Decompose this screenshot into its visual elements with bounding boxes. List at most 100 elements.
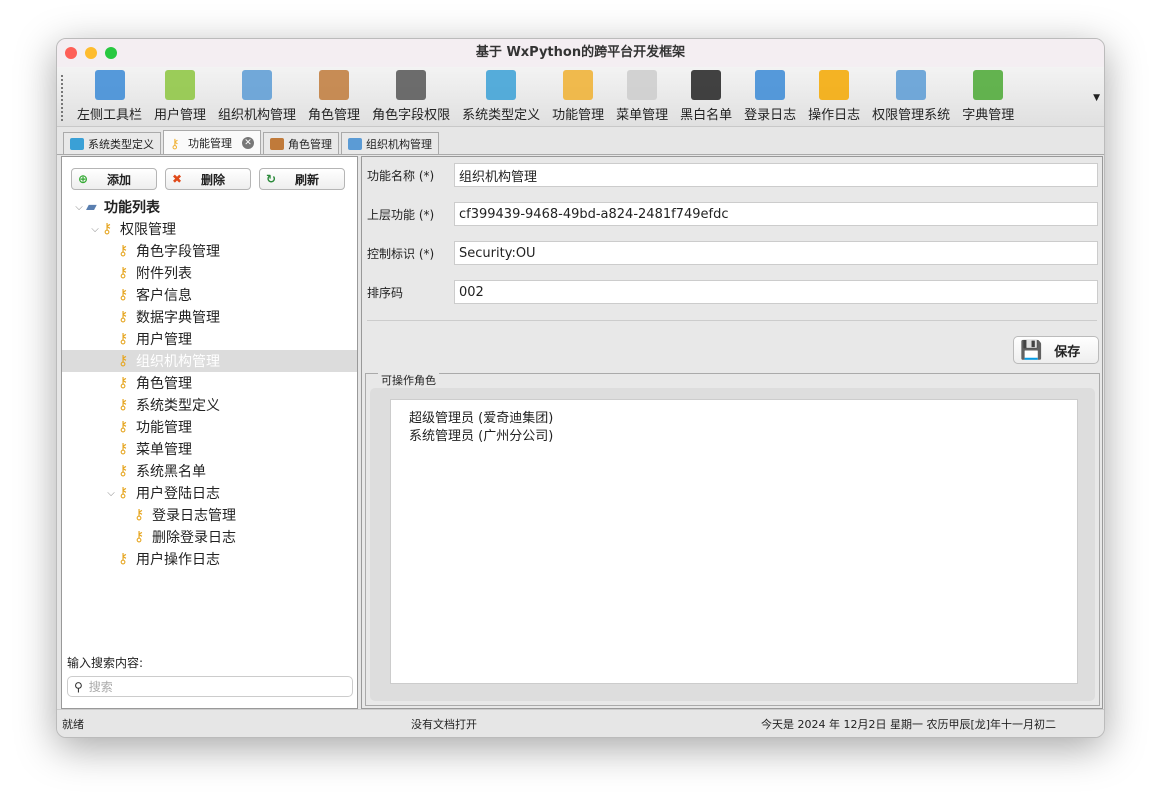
tree-node[interactable]: ⚷ 用户管理 [62,328,357,350]
tree-node[interactable]: ⚷ 系统类型定义 [62,394,357,416]
key-icon: ⚷ [118,551,129,567]
monitor-icon [70,137,84,150]
key-icon: ⚷ [118,463,129,479]
tab-function-management[interactable]: ⚷ 功能管理 ✕ [163,130,261,154]
toolbar-button-label: 菜单管理 [616,108,669,123]
org-chart-icon [348,137,362,150]
field-label: 排序码 [367,285,404,300]
title-bar: 基于 WxPython的跨平台开发框架 [57,39,1104,67]
refresh-button[interactable]: ↻ 刷新 [259,168,345,190]
toolbar-button-keys[interactable]: 功能管理 [546,70,610,126]
tab-label: 角色管理 [288,137,332,151]
field-label: 控制标识 (*) [367,246,435,261]
minimize-window-button[interactable] [85,47,97,59]
org-chart-icon [242,70,273,100]
expand-chevron-icon[interactable]: ⌵ [104,488,118,499]
tree-node[interactable]: ⚷ 客户信息 [62,284,357,306]
tree-node[interactable]: ⚷ 功能管理 [62,416,357,438]
tree-node[interactable]: ⌵ ⚷ 权限管理 [62,218,357,240]
tree-node[interactable]: ⚷ 组织机构管理 [62,350,357,372]
tree-node[interactable]: ⚷ 删除登录日志 [62,526,357,548]
tree-node[interactable]: ⚷ 附件列表 [62,262,357,284]
expand-chevron-icon[interactable]: ⌵ [88,224,102,235]
delete-icon: ✖ [172,172,183,186]
add-button[interactable]: ⊕ 添加 [71,168,157,190]
tree-node[interactable]: ⌵ ▰ 功能列表 [62,196,357,218]
function-name-field[interactable]: 组织机构管理 [454,163,1098,187]
toolbar-button-menu[interactable]: 菜单管理 [610,70,674,126]
tab-org-management[interactable]: 组织机构管理 [341,132,439,154]
roles-group-title: 可操作角色 [378,372,439,388]
toolbar-grip[interactable] [61,75,63,121]
tree-node-label: 删除登录日志 [152,530,236,546]
computer-key-icon [896,70,927,100]
control-id-field[interactable]: Security:OU [454,241,1098,265]
role-item[interactable]: 系统管理员 (广州分公司) [409,428,1059,446]
key-icon: ⚷ [134,507,145,523]
toolbar-button-spy[interactable]: 黑白名单 [674,70,738,126]
toolbar-button-label: 角色管理 [308,108,361,123]
toolbar-button-org-chart[interactable]: 组织机构管理 [212,70,302,126]
spy-icon [691,70,722,100]
toolbar-button-layout[interactable]: 左侧工具栏 [71,70,148,126]
add-label: 添加 [107,172,132,187]
status-ready: 就绪 [62,717,84,731]
sort-code-field[interactable]: 002 [454,280,1098,304]
tree-node[interactable]: ⚷ 系统黑名单 [62,460,357,482]
keys-icon: ⚷ [170,136,180,152]
toolbar-button-book[interactable]: 字典管理 [956,70,1020,126]
toolbar-overflow-icon[interactable]: ▼ [1093,93,1100,103]
warning-icon [819,70,850,100]
tree-node-label: 角色字段管理 [136,244,220,260]
tree-node[interactable]: ⚷ 数据字典管理 [62,306,357,328]
toolbar-button-list[interactable]: 登录日志 [738,70,802,126]
parent-function-field[interactable]: cf399439-9468-49bd-a824-2481f749efdc [454,202,1098,226]
roles-list[interactable]: 超级管理员 (爱奇迪集团) 系统管理员 (广州分公司) [390,399,1078,684]
key-icon: ⚷ [118,397,129,413]
tree-node[interactable]: ⚷ 角色管理 [62,372,357,394]
field-label: 上层功能 (*) [367,207,435,222]
search-placeholder: 搜索 [88,680,113,694]
delete-label: 删除 [201,172,226,187]
tab-role-management[interactable]: 角色管理 [263,132,339,154]
save-label: 保存 [1054,344,1081,360]
tree-node-label: 附件列表 [136,266,192,282]
refresh-icon: ↻ [266,172,277,186]
toolbar-button-computer-key[interactable]: 权限管理系统 [866,70,956,126]
tab-label: 功能管理 [188,136,232,150]
tab-system-type[interactable]: 系统类型定义 [63,132,161,154]
key-icon: ⚷ [118,485,129,501]
zoom-window-button[interactable] [105,47,117,59]
tree-node-label: 用户操作日志 [136,552,220,568]
tree-node[interactable]: ⚷ 菜单管理 [62,438,357,460]
toolbar-button-label: 权限管理系统 [872,108,951,123]
toolbar-button-warning[interactable]: 操作日志 [802,70,866,126]
tree-node-label: 系统黑名单 [136,464,206,480]
toolbar-button-label: 组织机构管理 [218,108,297,123]
toolbar-button-traffic-light[interactable]: 角色字段权限 [366,70,456,126]
key-icon: ⚷ [134,529,145,545]
toolbar-button-label: 功能管理 [552,108,605,123]
monitor-icon [486,70,517,100]
expand-chevron-icon[interactable]: ⌵ [72,202,86,213]
save-button[interactable]: 💾 保存 [1013,336,1099,364]
toolbar-button-label: 左侧工具栏 [77,108,143,123]
delete-button[interactable]: ✖ 删除 [165,168,251,190]
tree-node-label: 数据字典管理 [136,310,220,326]
toolbar-button-role[interactable]: 角色管理 [302,70,366,126]
add-icon: ⊕ [78,172,89,186]
user-icon [165,70,196,100]
tree-node[interactable]: ⚷ 角色字段管理 [62,240,357,262]
tree-node[interactable]: ⚷ 登录日志管理 [62,504,357,526]
toolbar: 左侧工具栏 用户管理 组织机构管理 角色管理 角色字段权限 系统类型定义 功能管理 菜单管理黑… [57,67,1104,127]
tree-node[interactable]: ⌵ ⚷ 用户登陆日志 [62,482,357,504]
role-item[interactable]: 超级管理员 (爱奇迪集团) [409,410,1059,428]
close-tab-icon[interactable]: ✕ [242,136,254,149]
toolbar-button-user[interactable]: 用户管理 [148,70,212,126]
search-input[interactable]: ⚲ 搜索 [67,676,353,697]
close-window-button[interactable] [65,47,77,59]
tree-node-label: 功能管理 [136,420,192,436]
tree-node[interactable]: ⚷ 用户操作日志 [62,548,357,570]
toolbar-button-monitor[interactable]: 系统类型定义 [456,70,546,126]
refresh-label: 刷新 [295,172,320,187]
